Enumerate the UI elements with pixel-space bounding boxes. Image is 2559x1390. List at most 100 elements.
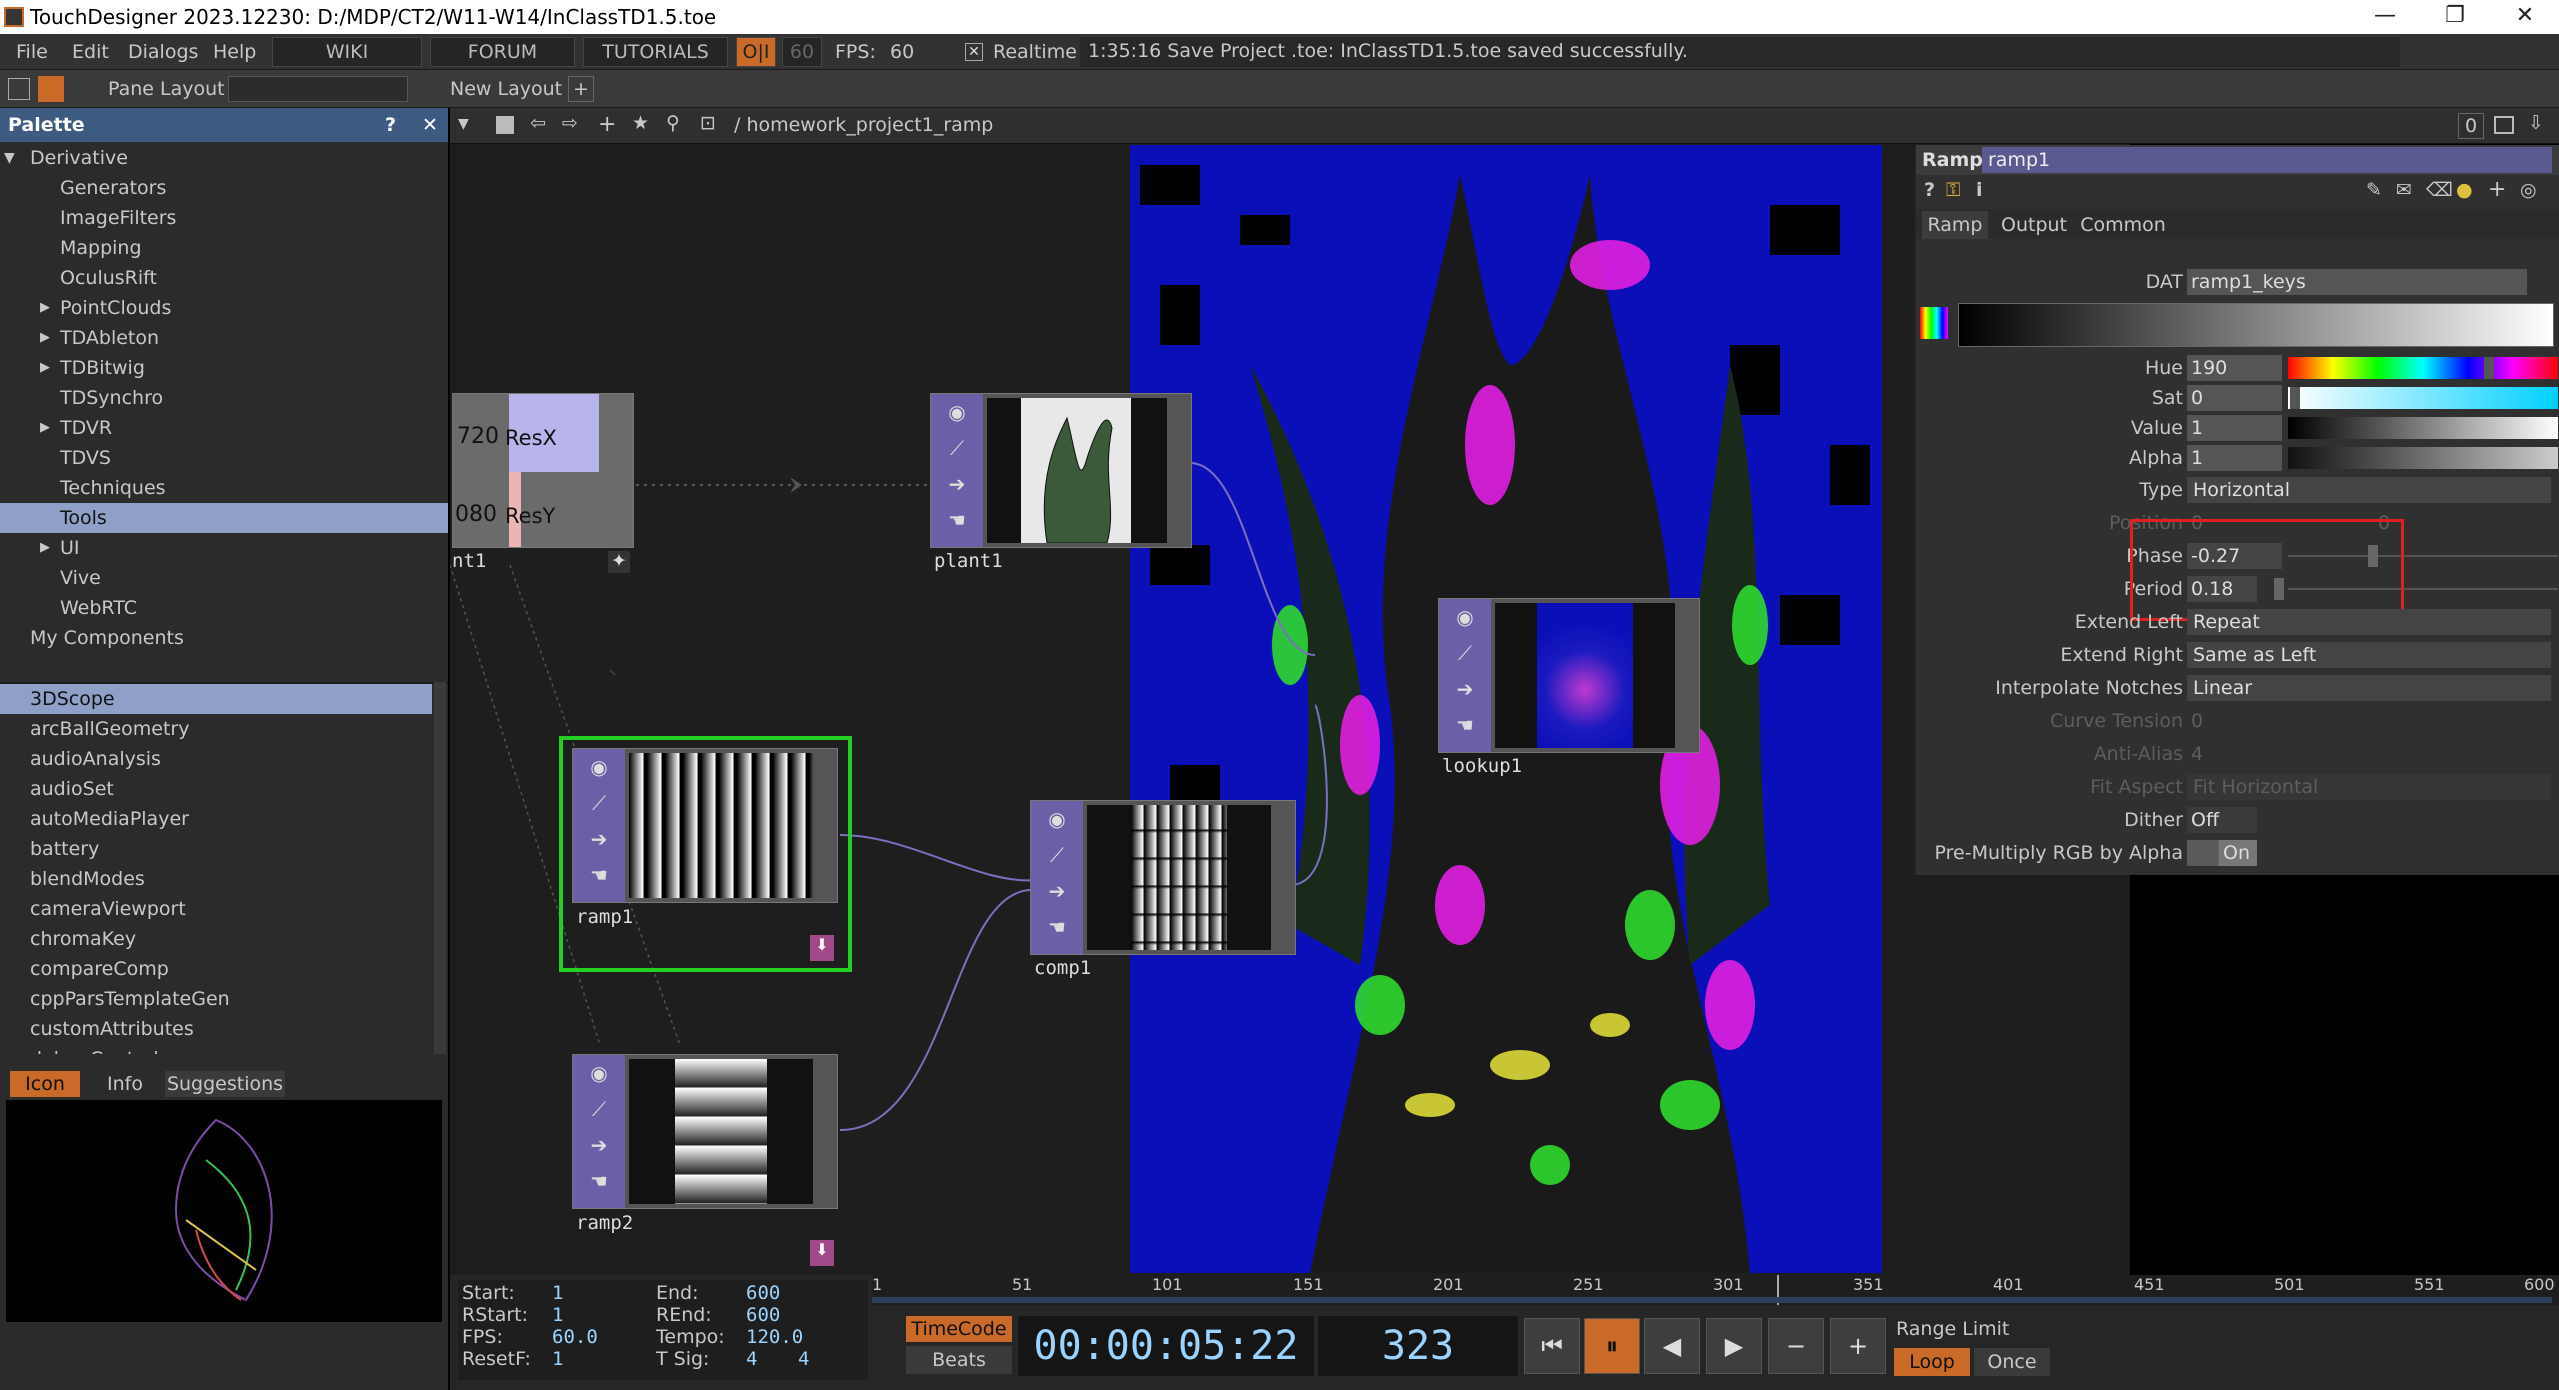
- cook-icon[interactable]: ⟋: [1439, 635, 1491, 671]
- fps-value[interactable]: 60.0: [552, 1326, 598, 1348]
- tree-item-tdvs[interactable]: TDVS: [60, 443, 111, 473]
- sat-handle[interactable]: [2290, 387, 2300, 409]
- tree-item-tdsynchro[interactable]: TDSynchro: [60, 383, 163, 413]
- type-menu[interactable]: Horizontal: [2187, 477, 2551, 503]
- timecode-toggle[interactable]: TimeCode: [906, 1316, 1012, 1342]
- minimize-button[interactable]: —: [2350, 0, 2420, 34]
- extend-right-menu[interactable]: Same as Left: [2187, 642, 2551, 668]
- expand-icon[interactable]: ▶: [40, 413, 50, 443]
- node-label[interactable]: lookup1: [1442, 755, 1522, 777]
- minus-icon[interactable]: −: [1768, 1318, 1824, 1374]
- tempo-value[interactable]: 120.0: [746, 1326, 803, 1348]
- menu-file[interactable]: File: [16, 41, 48, 63]
- add-icon[interactable]: +: [598, 112, 616, 137]
- node-label[interactable]: plant1: [934, 550, 1003, 572]
- cook-icon[interactable]: ⟋: [1031, 837, 1083, 873]
- palette-help-button[interactable]: ?: [385, 114, 396, 136]
- node-comp1[interactable]: ◉ ⟋ ➔ ☚: [1030, 800, 1296, 955]
- dat-field[interactable]: ramp1_keys: [2187, 269, 2527, 295]
- python-icon[interactable]: ●: [2456, 179, 2473, 201]
- tree-item-webrtc[interactable]: WebRTC: [60, 593, 137, 623]
- node-export-icon[interactable]: ⬇: [810, 1240, 834, 1266]
- alpha-slider[interactable]: [2288, 447, 2558, 469]
- tutorials-button[interactable]: TUTORIALS: [583, 37, 728, 67]
- hue-handle[interactable]: [2484, 357, 2494, 379]
- timeline-ruler[interactable]: 1 51 101 151 201 251 301 351 401 451 501…: [872, 1275, 2559, 1305]
- fps-cap[interactable]: 60: [782, 37, 822, 67]
- beats-toggle[interactable]: Beats: [906, 1346, 1012, 1374]
- edit-icon[interactable]: ✎: [2366, 179, 2382, 201]
- add-layout-button[interactable]: +: [568, 76, 594, 102]
- perform-toggle[interactable]: O|I: [736, 37, 776, 67]
- component-item[interactable]: blendModes: [0, 864, 432, 894]
- node-ramp1[interactable]: ◉ ⟋ ➔ ☚: [572, 748, 838, 903]
- component-item[interactable]: cppParsTemplateGen: [0, 984, 432, 1014]
- expand-icon[interactable]: ▶: [40, 293, 50, 323]
- tree-item-mapping[interactable]: Mapping: [60, 233, 142, 263]
- tab-info[interactable]: Info: [90, 1071, 160, 1097]
- python-help-icon[interactable]: ⚿: [1946, 179, 1960, 201]
- ramp-editor[interactable]: [1958, 303, 2554, 347]
- viewer-icon[interactable]: ◉: [1031, 801, 1083, 837]
- cook-icon[interactable]: ⟋: [573, 785, 625, 821]
- viewer-icon[interactable]: ◉: [931, 394, 983, 430]
- tree-item-imagefilters[interactable]: ImageFilters: [60, 203, 176, 233]
- expand-icon[interactable]: ▶: [40, 323, 50, 353]
- expand-icon[interactable]: ▶: [40, 353, 50, 383]
- tree-item-my-components[interactable]: My Components: [30, 623, 184, 653]
- node-ramp2[interactable]: ◉ ⟋ ➔ ☚: [572, 1054, 838, 1209]
- component-item[interactable]: 3DScope: [0, 684, 432, 714]
- viewer-icon[interactable]: ◉: [573, 749, 625, 785]
- bypass-icon[interactable]: ➔: [931, 466, 983, 502]
- node-label[interactable]: ramp2: [576, 1212, 633, 1234]
- once-toggle[interactable]: Once: [1974, 1348, 2050, 1376]
- play-icon[interactable]: ▶: [1706, 1318, 1762, 1374]
- forum-button[interactable]: FORUM: [430, 37, 575, 67]
- component-item[interactable]: customAttributes: [0, 1014, 432, 1044]
- tree-item-ui[interactable]: UI: [60, 533, 80, 563]
- import-icon[interactable]: ⇩: [2528, 112, 2544, 134]
- cook-icon[interactable]: ⟋: [931, 430, 983, 466]
- tree-item-generators[interactable]: Generators: [60, 173, 166, 203]
- value-slider[interactable]: [2288, 417, 2558, 439]
- component-scrollbar[interactable]: [434, 682, 446, 1054]
- back-icon[interactable]: ⇦: [530, 112, 546, 134]
- maximize-pane-icon[interactable]: [2494, 116, 2514, 134]
- bypass-icon[interactable]: ➔: [573, 821, 625, 857]
- tree-item-tools[interactable]: Tools: [0, 503, 448, 533]
- forward-icon[interactable]: ⇨: [562, 112, 578, 134]
- expand-icon[interactable]: ▼: [4, 143, 15, 173]
- lock-icon[interactable]: ☚: [1439, 707, 1491, 743]
- search-icon[interactable]: ⚲: [666, 112, 680, 134]
- node-plant1[interactable]: ◉ ⟋ ➔ ☚: [930, 393, 1192, 548]
- rewind-icon[interactable]: ⏮: [1524, 1318, 1580, 1374]
- lock-icon[interactable]: ☚: [931, 502, 983, 538]
- dither-toggle[interactable]: Off: [2187, 807, 2257, 833]
- loop-toggle[interactable]: Loop: [1894, 1348, 1970, 1376]
- tree-item-vive[interactable]: Vive: [60, 563, 101, 593]
- tree-item-derivative[interactable]: Derivative: [30, 143, 128, 173]
- bypass-icon[interactable]: ➔: [1031, 873, 1083, 909]
- frame-display[interactable]: 323: [1318, 1316, 1518, 1376]
- node-lookup1[interactable]: ◉ ⟋ ➔ ☚: [1438, 598, 1700, 753]
- pause-icon[interactable]: ⏸: [1584, 1318, 1640, 1374]
- layout-presets[interactable]: [228, 76, 408, 102]
- tsig-denominator[interactable]: 4: [798, 1348, 809, 1370]
- rend-value[interactable]: 600: [746, 1304, 780, 1326]
- expand-icon[interactable]: ▶: [40, 533, 50, 563]
- link-icon[interactable]: ⊡: [700, 112, 716, 134]
- rstart-value[interactable]: 1: [552, 1304, 563, 1326]
- sat-field[interactable]: 0: [2187, 385, 2282, 411]
- value-field[interactable]: 1: [2187, 415, 2282, 441]
- end-value[interactable]: 600: [746, 1282, 780, 1304]
- lock-icon[interactable]: ☚: [1031, 909, 1083, 945]
- component-item[interactable]: audioAnalysis: [0, 744, 432, 774]
- star-icon[interactable]: ★: [632, 112, 649, 134]
- sat-slider[interactable]: [2288, 387, 2558, 409]
- component-item[interactable]: autoMediaPlayer: [0, 804, 432, 834]
- component-item[interactable]: battery: [0, 834, 432, 864]
- cook-icon[interactable]: ⟋: [573, 1091, 625, 1127]
- tree-item-pointclouds[interactable]: PointClouds: [60, 293, 171, 323]
- tab-ramp[interactable]: Ramp: [1922, 211, 1988, 239]
- menu-edit[interactable]: Edit: [72, 41, 109, 63]
